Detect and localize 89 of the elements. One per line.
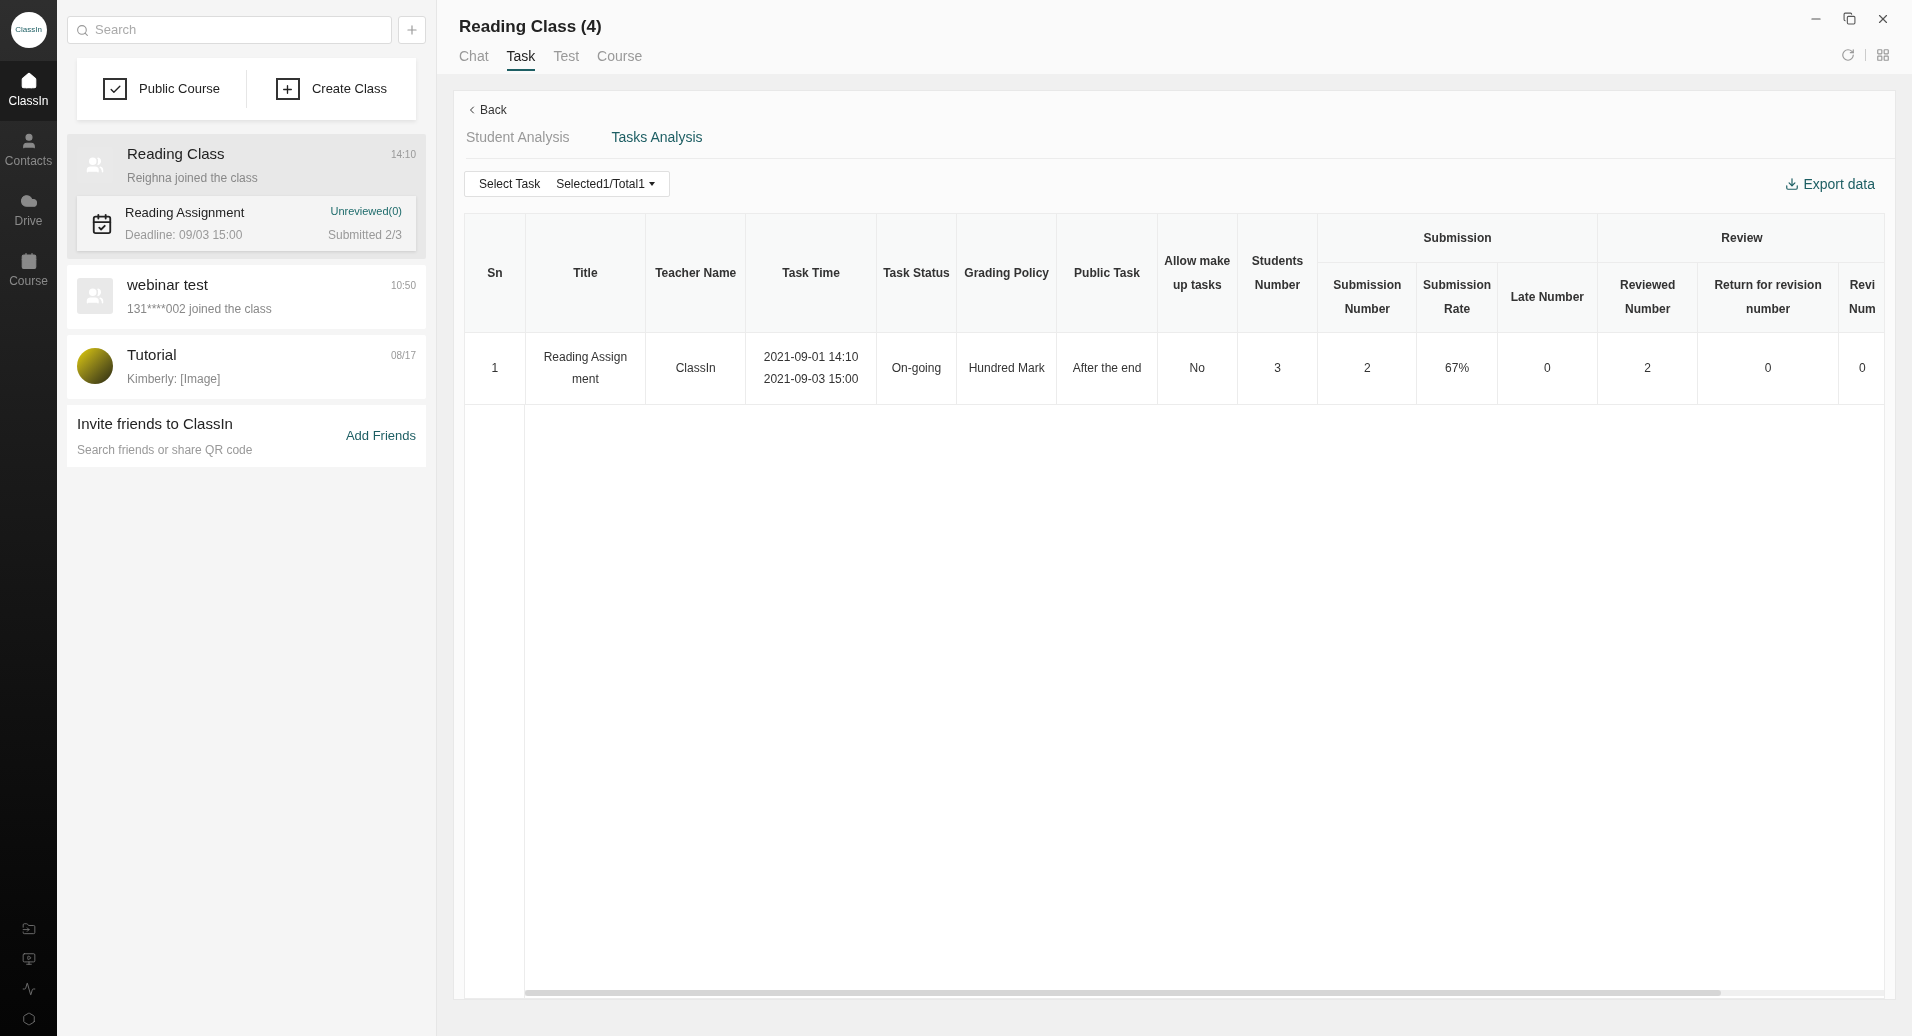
- invite-subtitle: Search friends or share QR code: [77, 441, 253, 459]
- conversation-preview: Reighna joined the class: [127, 169, 259, 187]
- rail-item[interactable]: Contacts: [0, 121, 57, 181]
- search-icon: [76, 23, 89, 37]
- table-cell: 0: [1838, 332, 1884, 404]
- column-header: Sn: [465, 214, 526, 332]
- conversation-title: webinar test: [127, 275, 208, 296]
- home-icon: [19, 72, 38, 90]
- table-cell: 1: [465, 332, 526, 404]
- conversation-preview: Kimberly: [Image]: [127, 370, 222, 388]
- grid-icon[interactable]: [1876, 48, 1890, 62]
- rail-item[interactable]: Drive: [0, 181, 57, 241]
- table-cell: 3: [1237, 332, 1318, 404]
- conversation-time: 14:10: [390, 148, 416, 162]
- table-cell: 2021-09-01 14:10 2021-09-03 15:00: [745, 332, 877, 404]
- column-header: Title: [525, 214, 646, 332]
- table-cell: Reading Assignment: [525, 332, 646, 404]
- table-cell: ClassIn: [645, 332, 746, 404]
- column-header: Students Number: [1237, 214, 1318, 332]
- column-header: Revi Num: [1838, 262, 1884, 332]
- export-button[interactable]: Export data: [1785, 173, 1875, 195]
- task-card[interactable]: Reading Assignment Unreviewed(0) Deadline: 09/03 15:00 Submitted 2/3: [77, 196, 416, 251]
- analysis-tab[interactable]: Tasks Analysis: [611, 127, 703, 148]
- restore-icon[interactable]: [1843, 12, 1856, 25]
- table-cell: After the end: [1056, 332, 1158, 404]
- horizontal-scrollbar[interactable]: [525, 990, 1884, 996]
- conversation-item[interactable]: webinar test 10:50 131****002 joined the class: [67, 265, 426, 329]
- plus-icon: [405, 23, 419, 37]
- column-header: Review: [1597, 214, 1884, 262]
- table-cell: 0: [1497, 332, 1598, 404]
- table-cell: 0: [1697, 332, 1839, 404]
- task-selector[interactable]: Select Task Selected1/Total1: [464, 171, 670, 197]
- task-deadline: Deadline: 09/03 15:00: [125, 227, 243, 245]
- table-cell: No: [1157, 332, 1238, 404]
- column-header: Grading Policy: [956, 214, 1057, 332]
- task-submitted: Submitted 2/3: [327, 227, 402, 245]
- refresh-icon[interactable]: [1841, 48, 1855, 62]
- conversation-time: 08/17: [390, 349, 416, 363]
- download-icon: [1785, 177, 1800, 191]
- header-tab[interactable]: Task: [506, 45, 536, 71]
- column-header: Reviewed Number: [1597, 262, 1698, 332]
- table-cell: 2: [1317, 332, 1417, 404]
- conversation-title: Reading Class: [127, 144, 225, 165]
- close-icon[interactable]: [1876, 12, 1890, 26]
- search-input[interactable]: Search: [95, 20, 383, 40]
- table-cell: Hundred Mark: [956, 332, 1057, 404]
- column-header: Submission Rate: [1416, 262, 1498, 332]
- conversation-title: Tutorial: [127, 345, 177, 366]
- add-button[interactable]: [398, 16, 426, 44]
- column-header: Submission Number: [1317, 262, 1417, 332]
- settings-icon[interactable]: [21, 1012, 36, 1026]
- column-header: Late Number: [1497, 262, 1598, 332]
- column-header: Allow make up tasks: [1157, 214, 1238, 332]
- calendar-icon: [19, 252, 38, 270]
- activity-icon[interactable]: [21, 982, 36, 996]
- conversation-preview: 131****002 joined the class: [127, 300, 273, 318]
- calendar-check-icon: [91, 212, 113, 235]
- search-field[interactable]: Search: [67, 16, 392, 44]
- add-friends-link[interactable]: Add Friends: [345, 426, 416, 446]
- task-status: Unreviewed(0): [330, 203, 402, 219]
- invite-title: Invite friends to ClassIn: [77, 414, 234, 435]
- chat-title: Reading Class (4): [459, 16, 603, 38]
- column-header: Task Status: [876, 214, 957, 332]
- rail-item[interactable]: ClassIn: [0, 61, 57, 121]
- column-header: Return for revision number: [1697, 262, 1839, 332]
- table-cell: On-going: [876, 332, 957, 404]
- selector-label: Select Task: [479, 176, 541, 193]
- column-header: Public Task: [1056, 214, 1158, 332]
- conversation-item[interactable]: Reading Class 14:10 Reighna joined the class Reading Assignment Unreviewed(0) Deadline: 09/03 15:00 Submitted 2/3: [67, 134, 426, 259]
- table-cell: 2: [1597, 332, 1698, 404]
- folder-icon[interactable]: [21, 922, 36, 936]
- table-cell: 67%: [1416, 332, 1498, 404]
- rail-item[interactable]: Course: [0, 241, 57, 301]
- cloud-icon: [19, 192, 38, 210]
- plus-box-icon: [275, 78, 300, 100]
- back-link[interactable]: Back: [466, 101, 507, 119]
- quick-action-button[interactable]: Public Course: [77, 78, 246, 100]
- selector-value: Selected1/Total1: [556, 176, 645, 193]
- column-header: Submission: [1317, 214, 1598, 262]
- column-header: Teacher Name: [645, 214, 746, 332]
- caret-icon: [648, 182, 655, 186]
- monitor-icon[interactable]: [21, 952, 36, 966]
- app-logo[interactable]: ClassIn: [10, 12, 47, 48]
- conversation-time: 10:50: [390, 279, 416, 293]
- quick-action-button[interactable]: Create Class: [247, 78, 416, 100]
- check-box-icon: [103, 78, 128, 100]
- task-title: Reading Assignment: [125, 203, 245, 222]
- conversation-item[interactable]: Tutorial 08/17 Kimberly: [Image]: [67, 335, 426, 399]
- column-header: Task Time: [745, 214, 877, 332]
